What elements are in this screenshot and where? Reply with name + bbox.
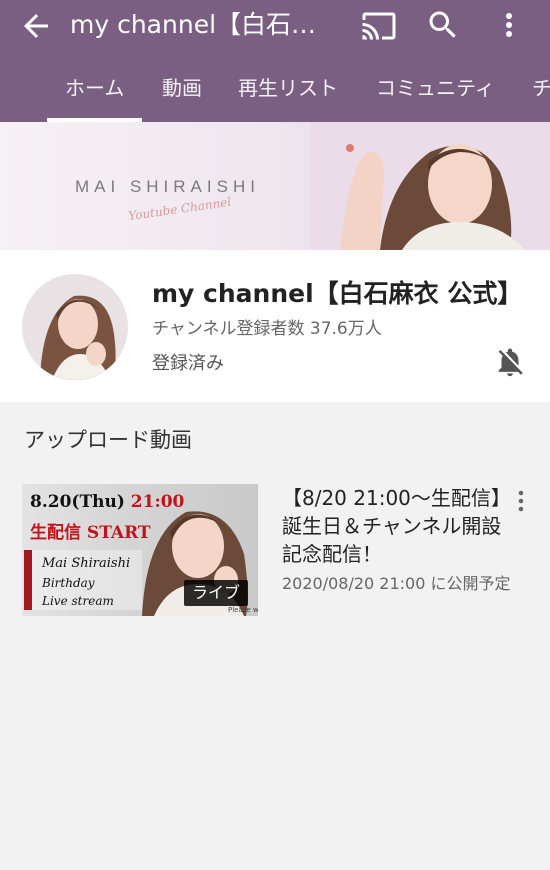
channel-title: my channel【白石… [70,10,317,39]
subscribed-button[interactable]: 登録済み [152,349,224,375]
thumbnail-date: 8.20(Thu) 21:00 [30,492,185,512]
thumbnail-live-stream: Live stream [42,594,114,608]
tab-community[interactable]: コミュニティ [376,72,495,122]
cast-button[interactable] [360,8,398,44]
banner-name-text: MAI SHIRAISHI [75,177,260,196]
top-bar: my channel【白石… [0,0,550,52]
live-badge: ライブ [184,580,249,606]
subscriber-count: チャンネル登録者数 37.6万人 [152,319,382,339]
channel-banner: MAI SHIRAISHI Youtube Channel [0,122,550,250]
thumbnail-live-start: 生配信 START [30,523,151,543]
video-meta: 2020/08/20 21:00 に公開予定 [282,574,511,593]
banner-photo [310,122,550,250]
more-vert-icon [506,13,512,37]
notifications-off-icon [498,348,523,377]
cast-icon [362,12,396,40]
thumbnail-birthday: Birthday [42,576,95,590]
search-button[interactable] [425,7,461,43]
banner-sub-text: Youtube Channel [127,194,232,224]
back-button[interactable] [18,8,54,44]
video-more-button[interactable] [510,486,532,516]
tab-videos[interactable]: 動画 [162,72,202,122]
video-title[interactable]: 【8/20 21:00〜生配信】誕生日＆チャンネル開設記念配信！ [282,484,512,568]
video-item[interactable]: 8.20(Thu) 21:00 生配信 START Mai Shiraishi … [0,480,550,620]
channel-tabs: ホーム 動画 再生リスト コミュニティ チ [0,62,550,122]
app-bar: my channel【白石… ホーム 動画 再生リスト コミュニティ チ [0,0,550,122]
video-thumbnail[interactable]: 8.20(Thu) 21:00 生配信 START Mai Shiraishi … [22,484,258,616]
channel-info: my channel【白石麻衣 公式】 チャンネル登録者数 37.6万人 登録済… [0,250,550,402]
thumbnail-footnote: Please wait... [228,606,258,614]
section-title-uploads: アップロード動画 [24,428,192,452]
tab-channels[interactable]: チ [532,72,550,122]
tab-home[interactable]: ホーム [46,72,143,122]
more-options-button[interactable] [497,7,521,43]
tab-playlists[interactable]: 再生リスト [238,72,338,122]
notification-button[interactable] [493,345,527,379]
more-vert-icon [518,490,524,512]
thumbnail-name: Mai Shiraishi [42,556,131,571]
channel-name: my channel【白石麻衣 公式】 [152,279,523,308]
arrow-back-icon [24,14,48,38]
avatar-photo [22,274,128,380]
avatar[interactable] [22,274,128,380]
search-icon [429,11,456,38]
